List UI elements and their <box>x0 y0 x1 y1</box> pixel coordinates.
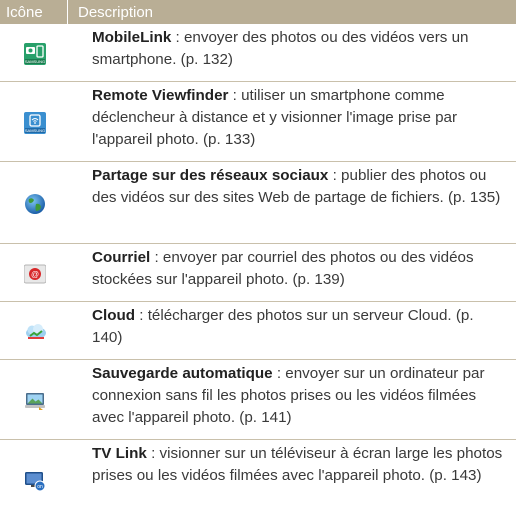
svg-text:SAMSUNG: SAMSUNG <box>25 59 45 64</box>
tv-link-icon: on <box>24 470 46 492</box>
feature-title: TV Link <box>92 445 147 462</box>
feature-table: Icône Description SAMSUNG MobileLink : e… <box>0 0 516 520</box>
table-header: Icône Description <box>0 0 516 24</box>
feature-title: Sauvegarde automatique <box>92 365 273 382</box>
remote-viewfinder-icon: SAMSUNG <box>24 111 46 134</box>
table-row: @ Courriel : envoyer par courriel des ph… <box>0 244 516 302</box>
feature-description: : visionner sur un téléviseur à écran la… <box>92 445 503 484</box>
feature-title: MobileLink <box>92 29 172 46</box>
table-row: Cloud : télécharger des photos sur un se… <box>0 302 516 360</box>
auto-backup-icon <box>24 390 45 410</box>
feature-title: Partage sur des réseaux sociaux <box>92 167 329 184</box>
feature-title: Courriel <box>92 249 151 266</box>
feature-title: Cloud <box>92 307 136 324</box>
table-row: SAMSUNG Remote Viewfinder : utiliser un … <box>0 82 516 162</box>
feature-description: : télécharger des photos sur un serveur … <box>92 307 474 346</box>
feature-title: Remote Viewfinder <box>92 87 229 104</box>
table-row: Sauvegarde automatique : envoyer sur un … <box>0 360 516 440</box>
svg-text:@: @ <box>31 270 39 279</box>
header-description-column: Description <box>78 3 154 21</box>
svg-text:on: on <box>37 484 43 490</box>
email-icon: @ <box>24 263 46 283</box>
cloud-icon <box>24 321 46 341</box>
table-row: on TV Link : visionner sur un téléviseur… <box>0 440 516 520</box>
globe-icon <box>24 193 45 214</box>
header-icon-column: Icône <box>0 0 68 24</box>
svg-text:SAMSUNG: SAMSUNG <box>25 128 45 133</box>
table-row: SAMSUNG MobileLink : envoyer des photos … <box>0 24 516 82</box>
table-row: Partage sur des réseaux sociaux : publie… <box>0 162 516 244</box>
mobilelink-icon: SAMSUNG <box>24 42 46 65</box>
feature-description: : envoyer par courriel des photos ou des… <box>92 249 474 288</box>
